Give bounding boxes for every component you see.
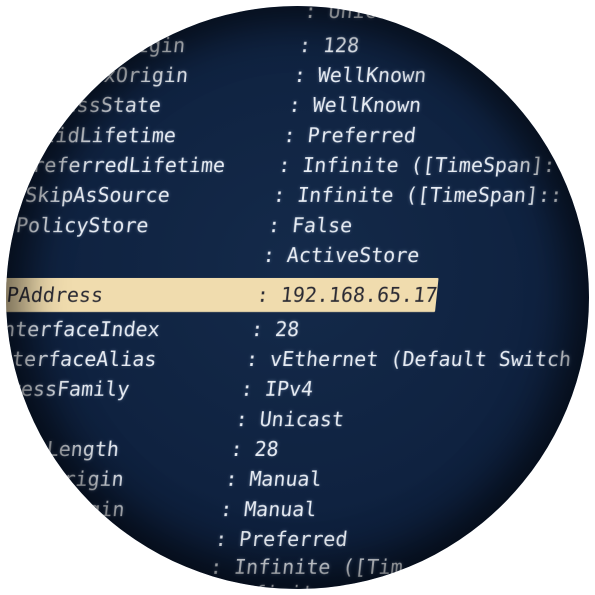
table-row: SkipAsSource : Infinite ([TimeSpan]:: bbox=[6, 182, 563, 208]
table-row: efixLength : 28 bbox=[6, 436, 280, 462]
separator: : bbox=[208, 555, 224, 579]
separator: : bbox=[244, 347, 260, 371]
property-name: me bbox=[94, 555, 122, 579]
table-row: xOrigin : WellKnown bbox=[6, 62, 428, 88]
separator: : bbox=[292, 63, 308, 87]
property-name: ixOrigin bbox=[26, 467, 126, 491]
separator: : bbox=[272, 183, 287, 207]
separator: : bbox=[277, 153, 292, 177]
separator: : bbox=[261, 243, 277, 267]
separator: : bbox=[249, 317, 265, 341]
separator: : bbox=[229, 437, 244, 461]
property-value: IPv4 bbox=[263, 377, 315, 401]
property-value: Infinite ([Tim bbox=[228, 580, 399, 589]
table-row: n : Unicast bbox=[6, 6, 414, 24]
table-row: essState : WellKnown bbox=[6, 92, 422, 118]
property-value: Manual bbox=[248, 467, 323, 491]
property-name: lidLifetime bbox=[42, 123, 178, 147]
property-value: 128 bbox=[321, 33, 361, 57]
property-value: Infinite ([TimeSpan]: bbox=[301, 153, 557, 177]
table-row: me : Infinite ([Tim bbox=[6, 554, 404, 580]
property-name: InterfaceIndex bbox=[6, 317, 162, 341]
terminal-lens-view: n : Unicast igin : 128 xOrigin : WellKno… bbox=[6, 6, 589, 589]
property-value: WellKnown bbox=[316, 63, 428, 87]
property-name: n bbox=[113, 6, 128, 23]
table-row: referredLifetime : Infinite ([TimeSpan]: bbox=[6, 152, 556, 178]
separator: : bbox=[297, 33, 313, 57]
property-name: SkipAsSource bbox=[24, 183, 172, 207]
separator: : bbox=[224, 467, 239, 491]
property-name: ype bbox=[6, 407, 22, 431]
property-value: Preferred bbox=[237, 527, 349, 551]
property-value: 28 bbox=[253, 437, 280, 461]
property-name: InterfaceAlias bbox=[6, 347, 158, 371]
property-name: ddressFamily bbox=[6, 377, 131, 401]
property-value: False bbox=[290, 213, 354, 237]
table-row: : Infinite ([Tim bbox=[6, 580, 399, 589]
property-value: Infinite ([Tim bbox=[232, 555, 405, 579]
separator: : bbox=[234, 407, 250, 431]
property-name: essState bbox=[63, 93, 163, 117]
property-value: WellKnown bbox=[311, 93, 423, 117]
table-row: Origin : Manual bbox=[6, 496, 318, 522]
separator: : bbox=[239, 377, 255, 401]
separator: : bbox=[204, 580, 219, 589]
property-value: Manual bbox=[243, 497, 318, 521]
property-value: Infinite ([TimeSpan]:: bbox=[296, 183, 564, 207]
table-row: igin : 128 bbox=[6, 32, 361, 58]
property-name: igin bbox=[135, 33, 187, 57]
property-value: 192.168.65.17 bbox=[279, 283, 439, 307]
property-name: referredLifetime bbox=[31, 153, 227, 177]
property-name: Origin bbox=[51, 497, 126, 521]
separator: : bbox=[213, 527, 229, 551]
property-name: xOrigin bbox=[102, 63, 190, 87]
property-name: IPAddress bbox=[6, 283, 105, 307]
separator: : bbox=[266, 213, 282, 237]
table-row: PolicyStore : False bbox=[6, 212, 354, 238]
table-row: lidLifetime : Preferred bbox=[6, 122, 417, 148]
property-value: Unicast bbox=[327, 6, 415, 23]
property-value: Unicast bbox=[258, 407, 346, 431]
table-row: ype : Unicast bbox=[6, 406, 345, 432]
separator: : bbox=[219, 497, 234, 521]
table-row: InterfaceIndex : 28 bbox=[6, 316, 301, 342]
table-row: InterfaceAlias : vEthernet (Default Swit… bbox=[6, 346, 572, 372]
table-row: ixOrigin : Manual bbox=[6, 466, 323, 492]
selected-row[interactable]: IPAddress : 192.168.65.17 bbox=[6, 282, 439, 308]
property-value: vEthernet (Default Switch bbox=[268, 347, 573, 371]
property-name: efixLength bbox=[6, 437, 121, 461]
property-value: ActiveStore bbox=[285, 243, 421, 267]
separator: : bbox=[287, 93, 303, 117]
table-row: ddressFamily : IPv4 bbox=[6, 376, 314, 402]
property-name: PolicyStore bbox=[14, 213, 150, 237]
table-row: : ActiveStore bbox=[6, 242, 421, 268]
property-value: Preferred bbox=[306, 123, 418, 147]
property-name: tate bbox=[69, 527, 121, 551]
separator: : bbox=[282, 123, 297, 147]
table-row: tate : Preferred bbox=[6, 526, 349, 552]
separator: : bbox=[303, 6, 318, 23]
property-value: 28 bbox=[273, 317, 301, 341]
